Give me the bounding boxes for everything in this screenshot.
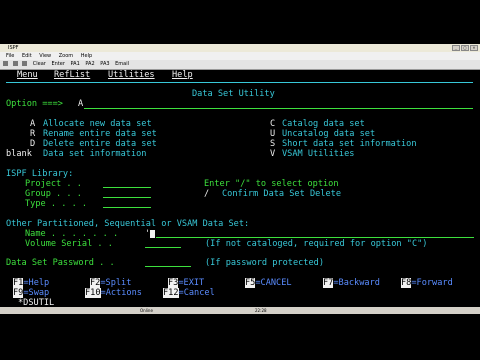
action-utilities[interactable]: Utilities [108,70,155,80]
text-cursor [150,230,155,238]
pf-key-f7-text: =Backward [333,278,380,288]
option-key-d: D [30,139,36,149]
pf-key-f12-text: =Cancel [178,288,215,298]
menu-help[interactable]: Help [81,53,92,59]
pf-key-f5-text: =CANCEL [255,278,292,288]
toolbar-pa2[interactable]: PA2 [85,60,94,69]
option-text-c: Catalog data set [282,119,365,129]
option-key-c: C [270,119,276,129]
option-text-r: Rename entire data set [43,129,157,139]
window-title: ISPF [8,45,19,51]
pf-key-f5[interactable]: F5=CANCEL [245,278,292,288]
menu-zoom[interactable]: Zoom [59,53,73,59]
option-input[interactable]: A [78,99,83,109]
option-key-v: V [270,149,276,159]
toolbar-enter[interactable]: Enter [51,60,64,69]
pf-key-f9-label: F9 [13,288,24,298]
pf-key-f1[interactable]: F1=Help [13,278,49,288]
action-menu[interactable]: Menu [17,70,38,80]
volume-serial-field[interactable] [145,247,181,248]
option-text-blank: Data set information [43,149,147,159]
pf-key-f8-text: =Forward [411,278,453,288]
pf-key-f10[interactable]: F10=Actions [85,288,142,298]
pf-key-f9[interactable]: F9=Swap [13,288,49,298]
library-heading: ISPF Library: [6,169,74,179]
pf-key-f3-label: F3 [168,278,179,288]
pf-key-f2[interactable]: F2=Split [90,278,131,288]
password-label: Data Set Password . . [6,258,115,268]
option-label: Option ===> [6,99,63,109]
emulator-menu-bar: File Edit View Zoom Help [0,52,480,60]
password-note: (If password protected) [205,258,324,268]
pf-key-f2-text: =Split [100,278,132,288]
pf-key-f7-label: F7 [323,278,334,288]
maximize-button[interactable]: □ [461,45,469,51]
pf-key-f12-label: F12 [163,288,179,298]
toolbar-pa3[interactable]: PA3 [100,60,109,69]
type-field[interactable] [103,207,151,208]
emulator-toolbar: Clear Enter PA1 PA2 PA3 Email [0,60,480,70]
terminal-screen: Menu RefList Utilities Help Data Set Uti… [0,70,480,308]
option-text-v: VSAM Utilities [282,149,355,159]
emulator-window: ISPF _ □ × File Edit View Zoom Help Clea… [0,44,480,314]
project-field[interactable] [103,187,151,188]
type-label: Type . . . . [25,199,88,209]
toolbar-icon[interactable] [12,61,18,66]
pf-key-f3[interactable]: F3=EXIT [168,278,204,288]
pf-key-f7[interactable]: F7=Backward [323,278,380,288]
group-label: Group . . . [25,189,82,199]
option-text-u: Uncatalog data set [282,129,376,139]
pf-key-f1-label: F1 [13,278,24,288]
menu-edit[interactable]: Edit [22,53,32,59]
option-key-blank: blank [6,149,32,159]
option-text-d: Delete entire data set [43,139,157,149]
group-field[interactable] [103,197,151,198]
menu-view[interactable]: View [39,53,51,59]
project-label: Project . . [25,179,82,189]
panel-title: Data Set Utility [192,89,275,99]
action-bar-divider [6,82,473,83]
pf-key-f10-text: =Actions [100,288,142,298]
pf-key-f9-text: =Swap [23,288,50,298]
toolbar-icon[interactable] [3,61,8,66]
minimize-button[interactable]: _ [452,45,460,51]
pf-key-f12[interactable]: F12=Cancel [163,288,215,298]
title-bar: ISPF _ □ × [0,44,480,52]
confirm-delete-label: Confirm Data Set Delete [222,189,341,199]
name-field[interactable] [156,237,474,238]
action-help[interactable]: Help [172,70,193,80]
option-text-s: Short data set information [282,139,417,149]
action-reflist[interactable]: RefList [54,70,90,80]
option-key-s: S [270,139,276,149]
pf-key-f8[interactable]: F8=Forward [401,278,453,288]
pf-key-f5-label: F5 [245,278,256,288]
option-key-u: U [270,129,276,139]
pf-key-f10-label: F10 [85,288,101,298]
pf-key-f2-label: F2 [90,278,101,288]
toolbar-pa1[interactable]: PA1 [70,60,79,69]
pf-key-f1-text: =Help [23,278,50,288]
toolbar-icon[interactable] [22,61,28,66]
password-field[interactable] [145,266,191,267]
other-dataset-heading: Other Partitioned, Sequential or VSAM Da… [6,219,250,229]
toolbar-email[interactable]: Email [115,60,129,69]
option-key-a: A [30,119,36,129]
option-input-underline [84,108,473,109]
clock: 22:28 [255,308,267,313]
close-button[interactable]: × [470,45,478,51]
volume-serial-note: (If not cataloged, required for option "… [205,239,428,249]
pf-key-f8-label: F8 [401,278,412,288]
option-key-r: R [30,129,36,139]
confirm-prompt: Enter "/" to select option [204,179,339,189]
status-bar: Online 22:28 [0,307,480,314]
menu-file[interactable]: File [6,53,14,59]
option-text-a: Allocate new data set [43,119,152,129]
connection-status: Online [140,308,153,313]
toolbar-clear[interactable]: Clear [33,60,46,69]
pf-key-f3-text: =EXIT [178,278,205,288]
volume-serial-label: Volume Serial . . [25,239,113,249]
confirm-delete-input[interactable]: / [204,189,209,199]
name-label: Name . . . . . . . [25,229,119,239]
